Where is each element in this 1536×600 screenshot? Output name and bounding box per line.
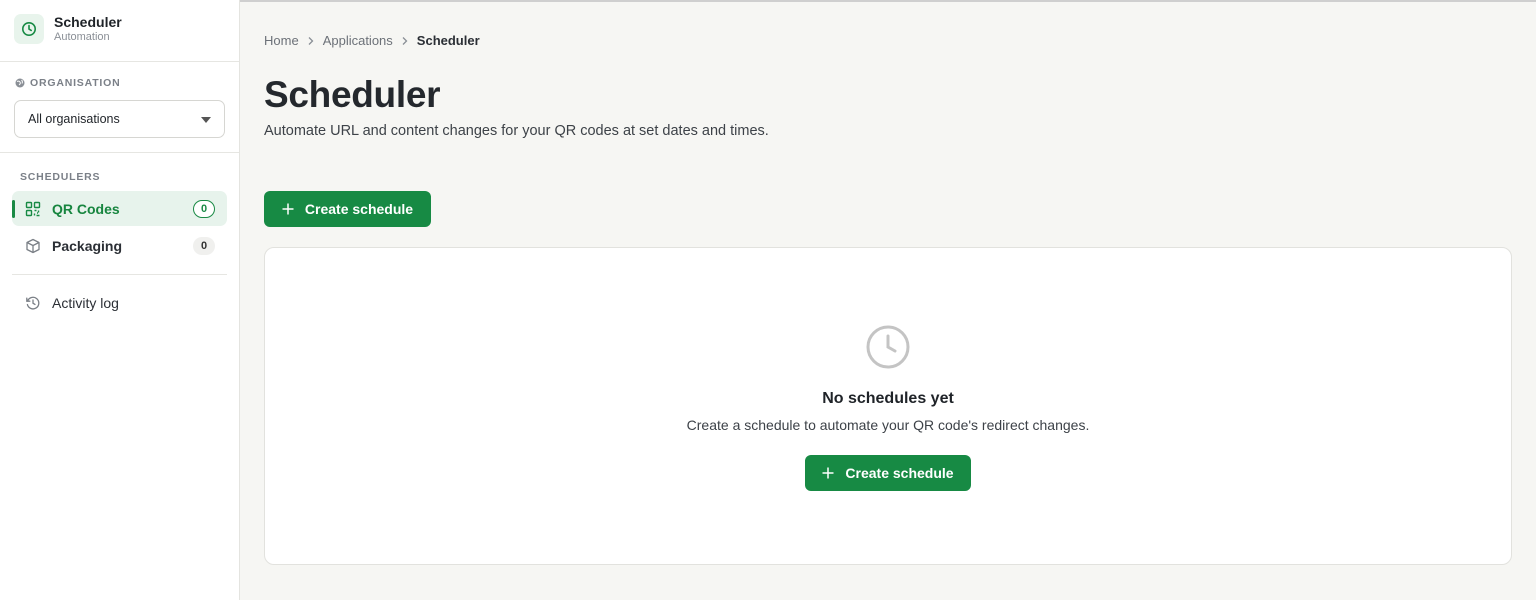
caret-down-icon	[201, 117, 211, 123]
clock-icon	[14, 14, 44, 44]
sidebar-item-label: QR Codes	[52, 200, 120, 217]
qr-code-icon	[24, 200, 42, 218]
app-title: Scheduler	[54, 14, 122, 30]
sidebar: Scheduler Automation ORGANISATION All or…	[0, 0, 240, 600]
chevron-right-icon	[307, 36, 315, 46]
sidebar-item-activity-log[interactable]: Activity log	[12, 285, 227, 320]
empty-state-create-button[interactable]: Create schedule	[805, 455, 971, 491]
globe-icon	[15, 78, 25, 88]
breadcrumb: Home Applications Scheduler	[264, 33, 480, 48]
app-subtitle: Automation	[54, 31, 110, 43]
organisation-select[interactable]: All organisations	[14, 100, 225, 138]
sidebar-item-label: Packaging	[52, 237, 123, 254]
plus-icon	[822, 467, 834, 479]
empty-state-create-label: Create schedule	[845, 465, 954, 481]
create-schedule-button[interactable]: Create schedule	[264, 191, 431, 227]
count-badge: 0	[193, 199, 215, 218]
empty-state-title: No schedules yet	[822, 390, 954, 407]
box-icon	[24, 237, 42, 255]
breadcrumb-applications[interactable]: Applications	[323, 33, 393, 48]
main-content: Home Applications Scheduler Scheduler Au…	[240, 0, 1536, 600]
breadcrumb-home[interactable]: Home	[264, 33, 299, 48]
sidebar-item-packaging[interactable]: Packaging 0	[12, 228, 227, 263]
sidebar-divider	[0, 61, 239, 62]
sidebar-divider	[12, 274, 227, 275]
count-badge: 0	[193, 236, 215, 255]
page-description: Automate URL and content changes for you…	[264, 123, 769, 139]
empty-state-card: No schedules yet Create a schedule to au…	[264, 247, 1512, 565]
history-icon	[24, 294, 42, 312]
create-schedule-label: Create schedule	[304, 201, 414, 217]
clock-icon	[865, 324, 911, 370]
empty-state-description: Create a schedule to automate your QR co…	[686, 417, 1090, 433]
page-title: Scheduler	[264, 74, 441, 115]
sidebar-item-qr-codes[interactable]: QR Codes 0	[12, 191, 227, 226]
schedulers-section-label: SCHEDULERS	[20, 171, 101, 183]
plus-icon	[282, 203, 294, 215]
organisation-label: ORGANISATION	[15, 77, 121, 89]
organisation-select-value: All organisations	[28, 112, 120, 126]
breadcrumb-current: Scheduler	[416, 33, 480, 48]
app-header: Scheduler Automation	[14, 14, 122, 44]
sidebar-divider	[0, 152, 239, 153]
chevron-right-icon	[401, 36, 409, 46]
organisation-label-text: ORGANISATION	[30, 77, 121, 89]
sidebar-item-label: Activity log	[52, 294, 119, 311]
